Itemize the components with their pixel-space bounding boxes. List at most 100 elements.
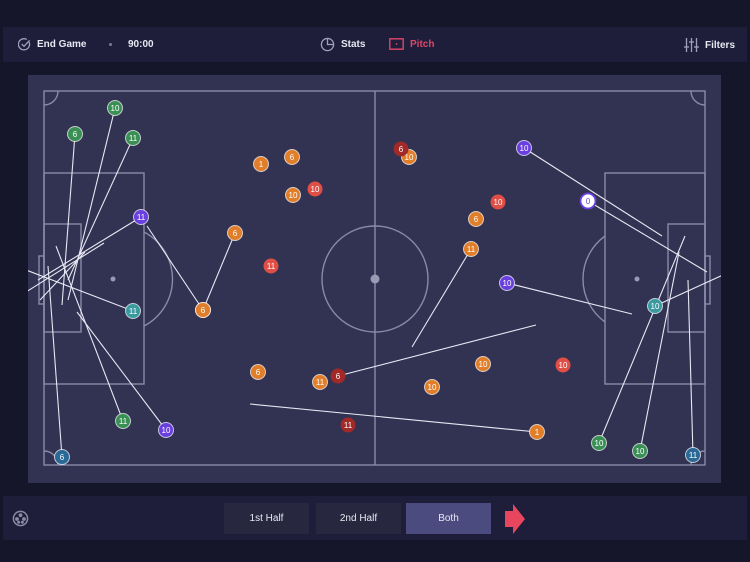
- player-number: 11: [137, 213, 146, 222]
- corner-arc-tl: [43, 90, 59, 106]
- event-trail-line: [506, 282, 633, 315]
- event-marker[interactable]: 10: [516, 140, 532, 156]
- top-toolbar: End Game 90:00 Stats Pitch Filters: [3, 27, 747, 62]
- event-marker[interactable]: 10: [647, 298, 663, 314]
- player-number: 10: [311, 185, 320, 194]
- player-number: 11: [316, 378, 325, 387]
- player-number: 6: [60, 453, 65, 462]
- player-number: 10: [111, 104, 120, 113]
- player-number: 0: [586, 197, 591, 206]
- event-trail-line: [146, 225, 204, 311]
- event-trail-line: [523, 147, 663, 237]
- event-trail-line: [249, 403, 538, 433]
- player-number: 11: [119, 417, 128, 426]
- event-trail-line: [67, 137, 134, 281]
- event-marker[interactable]: 6: [468, 211, 484, 227]
- player-number: 11: [267, 262, 276, 271]
- left-goal-area: [43, 223, 82, 333]
- event-trail-line: [76, 311, 167, 431]
- event-marker[interactable]: 11: [340, 417, 356, 433]
- event-trail-line: [202, 232, 236, 311]
- event-marker[interactable]: 10: [107, 100, 123, 116]
- event-marker[interactable]: 10: [307, 181, 323, 197]
- right-penalty-arc: [582, 235, 606, 323]
- event-marker[interactable]: 0: [579, 192, 597, 210]
- player-number: 6: [233, 229, 238, 238]
- event-marker[interactable]: 6: [67, 126, 83, 142]
- event-marker[interactable]: 6: [195, 302, 211, 318]
- event-marker[interactable]: 10: [158, 422, 174, 438]
- player-number: 10: [289, 191, 298, 200]
- left-penalty-arc: [143, 231, 174, 327]
- event-marker[interactable]: 10: [285, 187, 301, 203]
- event-marker[interactable]: 11: [263, 258, 279, 274]
- event-trail-line: [411, 248, 472, 348]
- player-number: 6: [73, 130, 78, 139]
- filters-button[interactable]: Filters: [684, 38, 735, 52]
- segment-both[interactable]: Both: [406, 503, 491, 534]
- event-marker[interactable]: 11: [115, 413, 131, 429]
- event-marker[interactable]: 10: [499, 275, 515, 291]
- event-marker[interactable]: 10: [424, 379, 440, 395]
- event-marker[interactable]: 10: [632, 443, 648, 459]
- event-trail-line: [37, 216, 142, 281]
- event-trail-line: [587, 200, 708, 273]
- left-penalty-area: [43, 172, 145, 385]
- player-number: 6: [201, 306, 206, 315]
- event-trail-line: [337, 324, 537, 377]
- event-marker[interactable]: 11: [125, 130, 141, 146]
- pitch-view[interactable]: 1061111111110666161010611106611611110101…: [17, 75, 724, 483]
- right-penalty-spot: [634, 276, 640, 282]
- player-number: 10: [651, 302, 660, 311]
- pie-chart-icon: [320, 37, 335, 52]
- tab-pitch[interactable]: Pitch: [389, 38, 434, 50]
- player-number: 11: [344, 421, 353, 430]
- pitch-icon: [389, 38, 404, 50]
- event-marker[interactable]: 1: [253, 156, 269, 172]
- game-clock: 90:00: [128, 39, 154, 50]
- event-marker[interactable]: 11: [125, 303, 141, 319]
- tab-stats[interactable]: Stats: [320, 37, 365, 52]
- player-number: 10: [503, 279, 512, 288]
- event-marker[interactable]: 11: [685, 447, 701, 463]
- player-number: 6: [399, 145, 404, 154]
- event-marker[interactable]: 11: [133, 209, 149, 225]
- pitch-label: Pitch: [410, 38, 435, 50]
- event-marker[interactable]: 6: [284, 149, 300, 165]
- attack-direction-arrow-icon: [505, 504, 525, 534]
- sliders-icon: [684, 38, 699, 52]
- event-marker[interactable]: 10: [475, 356, 491, 372]
- event-marker[interactable]: 10: [591, 435, 607, 451]
- event-marker[interactable]: 6: [227, 225, 243, 241]
- player-number: 10: [559, 361, 568, 370]
- event-marker[interactable]: 10: [555, 357, 571, 373]
- event-trail-line: [55, 245, 124, 422]
- player-number: 1: [535, 428, 540, 437]
- player-number: 11: [689, 451, 698, 460]
- player-number: 1: [259, 160, 264, 169]
- event-marker[interactable]: 6: [393, 141, 409, 157]
- player-number: 10: [428, 383, 437, 392]
- player-number: 10: [636, 447, 645, 456]
- separator-dot: [109, 43, 112, 46]
- event-marker[interactable]: 6: [250, 364, 266, 380]
- segment-2nd-half[interactable]: 2nd Half: [316, 503, 401, 534]
- stats-label: Stats: [341, 39, 366, 50]
- player-number: 10: [595, 439, 604, 448]
- event-marker[interactable]: 10: [490, 194, 506, 210]
- corner-arc-tr: [690, 90, 706, 106]
- player-number: 6: [336, 372, 341, 381]
- event-marker[interactable]: 6: [54, 449, 70, 465]
- end-game-button[interactable]: End Game: [18, 38, 86, 51]
- right-goal: [704, 255, 711, 305]
- player-number: 10: [162, 426, 171, 435]
- soccer-ball-icon[interactable]: [12, 510, 29, 527]
- pitch-canvas[interactable]: 1061111111110666161010611106611611110101…: [17, 75, 724, 483]
- event-trail-line: [598, 235, 686, 444]
- event-trail-line: [639, 251, 680, 452]
- event-marker[interactable]: 11: [463, 241, 479, 257]
- event-marker[interactable]: 1: [529, 424, 545, 440]
- segment-1st-half[interactable]: 1st Half: [224, 503, 309, 534]
- event-marker[interactable]: 6: [330, 368, 346, 384]
- event-marker[interactable]: 11: [312, 374, 328, 390]
